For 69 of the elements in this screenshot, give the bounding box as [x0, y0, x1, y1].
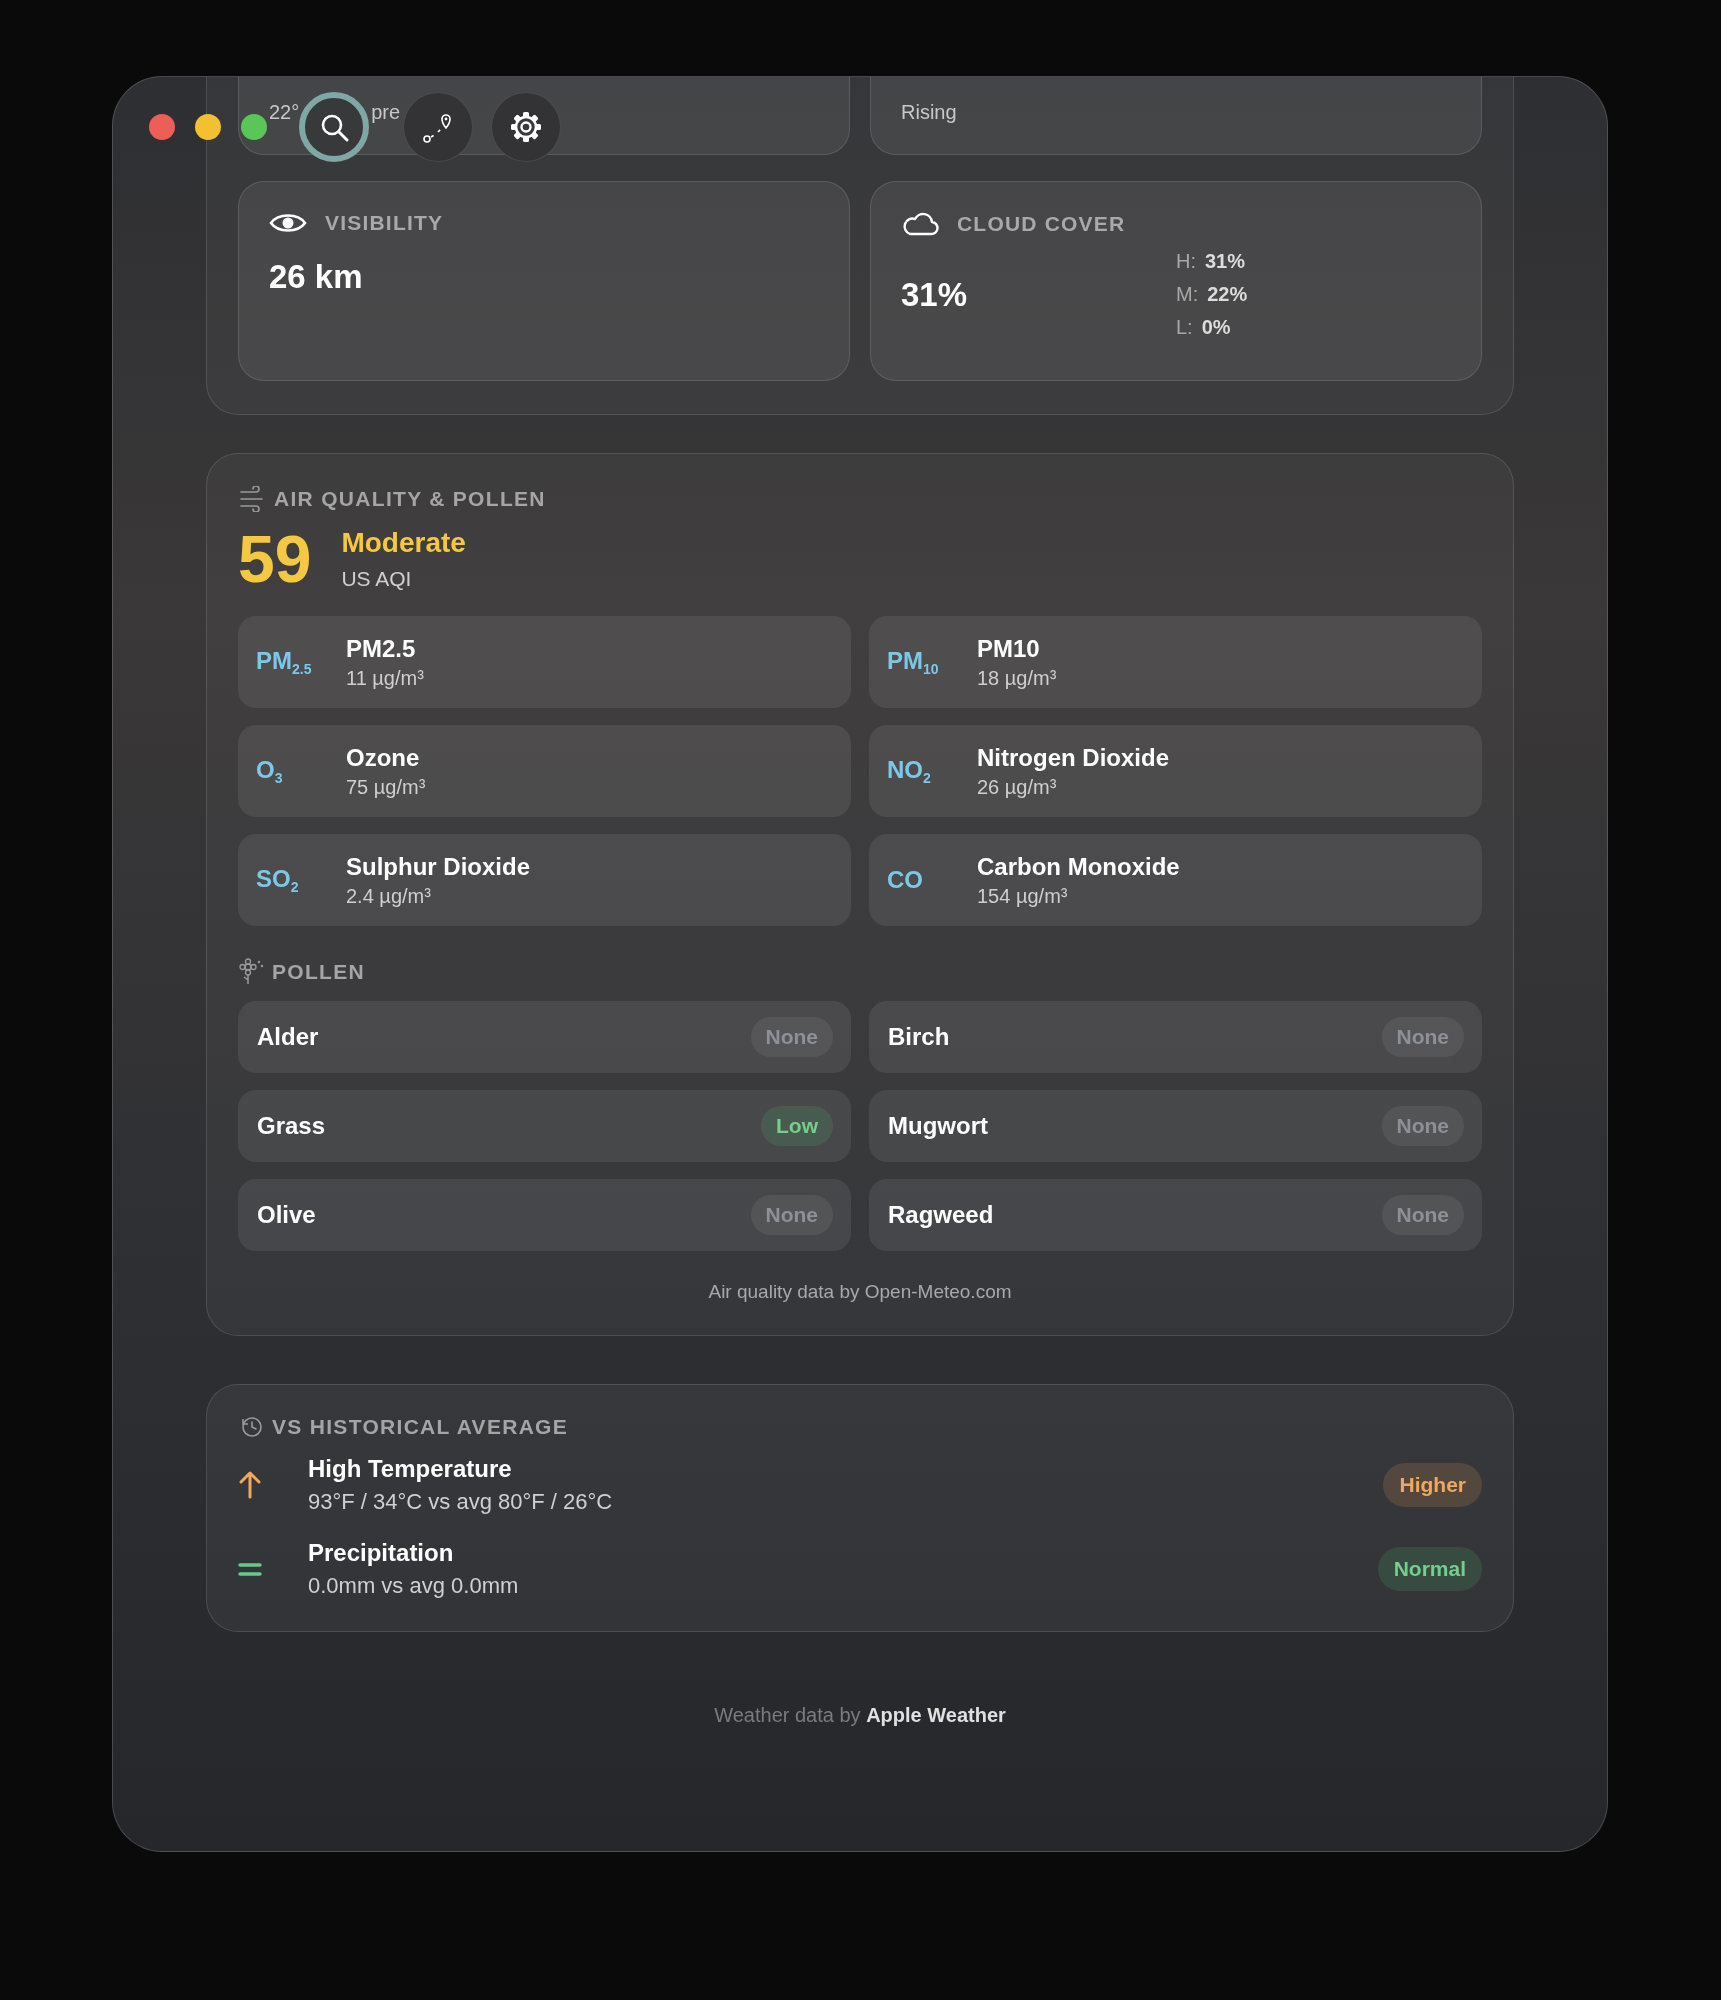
pollen-name: Mugwort — [888, 1112, 988, 1140]
pollutant-value: 11 µg/m³ — [346, 666, 424, 690]
pollutant-value: 26 µg/m³ — [977, 775, 1058, 799]
pollutant-name: PM10 — [977, 634, 1041, 663]
pollutant-symbol: CO — [887, 866, 924, 894]
aqi-value: 59 — [238, 526, 312, 592]
section-title: POLLEN — [272, 959, 365, 984]
card-text: pre — [371, 101, 401, 124]
route-icon — [423, 111, 453, 143]
card-label: VISIBILITY — [325, 211, 444, 235]
card-value: 31% — [901, 275, 968, 314]
pollutant-value: 18 µg/m³ — [977, 666, 1057, 690]
pollutant-symbol: SO$_{2}$ — [256, 865, 300, 895]
pollen-level-badge: None — [750, 1195, 833, 1235]
history-icon — [240, 1415, 264, 1439]
comparison-detail: 93°F / 34°C vs avg 80°F / 26°C — [308, 1489, 614, 1515]
pollutant-name: PM2.5 — [346, 634, 417, 663]
pollutant-name: Nitrogen Dioxide — [977, 743, 1169, 772]
comparison-badge: Normal — [1377, 1547, 1482, 1591]
pollutant-name: Sulphur Dioxide — [346, 852, 530, 881]
card-text: 22° — [269, 101, 300, 124]
card-label: CLOUD COVER — [957, 212, 1126, 236]
pollutant-symbol: NO$_{2}$ — [887, 756, 932, 786]
pollen-name: Grass — [257, 1112, 326, 1140]
pollen-name: Ragweed — [888, 1201, 994, 1229]
aqi-category: Moderate — [341, 527, 466, 559]
pollen-name: Birch — [888, 1023, 950, 1051]
pollen-name: Alder — [257, 1023, 319, 1051]
pollen-level-badge: None — [1381, 1017, 1464, 1057]
layer-label: L: — [1176, 316, 1193, 339]
flower-icon — [238, 958, 264, 985]
pollutant-value: 2.4 µg/m³ — [346, 884, 432, 908]
attribution-text: Air quality data by Open-Meteo.com — [707, 1281, 1013, 1303]
comparison-title: High Temperature — [308, 1455, 513, 1483]
close-button[interactable] — [149, 114, 175, 140]
pollen-level-badge: None — [1381, 1195, 1464, 1235]
up-arrow-icon — [238, 1470, 262, 1500]
layer-label: H: — [1176, 250, 1196, 273]
cloud-icon — [901, 210, 939, 238]
comparison-badge: Higher — [1383, 1463, 1482, 1507]
pollutant-value: 154 µg/m³ — [977, 884, 1069, 908]
pollutant-symbol: O$_{3}$ — [256, 756, 284, 786]
comparison-detail: 0.0mm vs avg 0.0mm — [308, 1573, 520, 1599]
pollen-level-badge: None — [1381, 1106, 1464, 1146]
wind-icon — [238, 486, 266, 512]
aqi-scale: US AQI — [341, 567, 413, 591]
settings-icon — [510, 111, 542, 143]
attribution-text: Weather data by Apple Weather — [713, 1704, 1007, 1727]
minimize-button[interactable] — [195, 114, 221, 140]
comparison-title: Precipitation — [308, 1539, 455, 1567]
pollutant-value: 75 µg/m³ — [346, 775, 426, 799]
card-text: Rising — [901, 101, 957, 124]
pollutant-symbol: PM$_{2.5}$ — [256, 647, 313, 677]
layer-label: M: — [1176, 283, 1199, 306]
pollutant-name: Ozone — [346, 743, 421, 772]
layer-value: 22% — [1207, 283, 1248, 306]
pollen-name: Olive — [257, 1201, 316, 1229]
pollen-level-badge: Low — [761, 1106, 833, 1146]
pollutant-symbol: PM$_{10}$ — [887, 647, 940, 677]
section-title: AIR QUALITY & POLLEN — [274, 487, 546, 511]
search-icon — [319, 112, 349, 142]
section-title: VS HISTORICAL AVERAGE — [272, 1415, 569, 1439]
pollutant-name: Carbon Monoxide — [977, 852, 1180, 881]
zoom-button[interactable] — [241, 114, 267, 140]
layer-value: 31% — [1205, 250, 1246, 273]
layer-value: 0% — [1201, 316, 1231, 339]
card-value: 26 km — [269, 258, 363, 296]
pollen-level-badge: None — [750, 1017, 833, 1057]
equals-icon — [238, 1560, 262, 1578]
